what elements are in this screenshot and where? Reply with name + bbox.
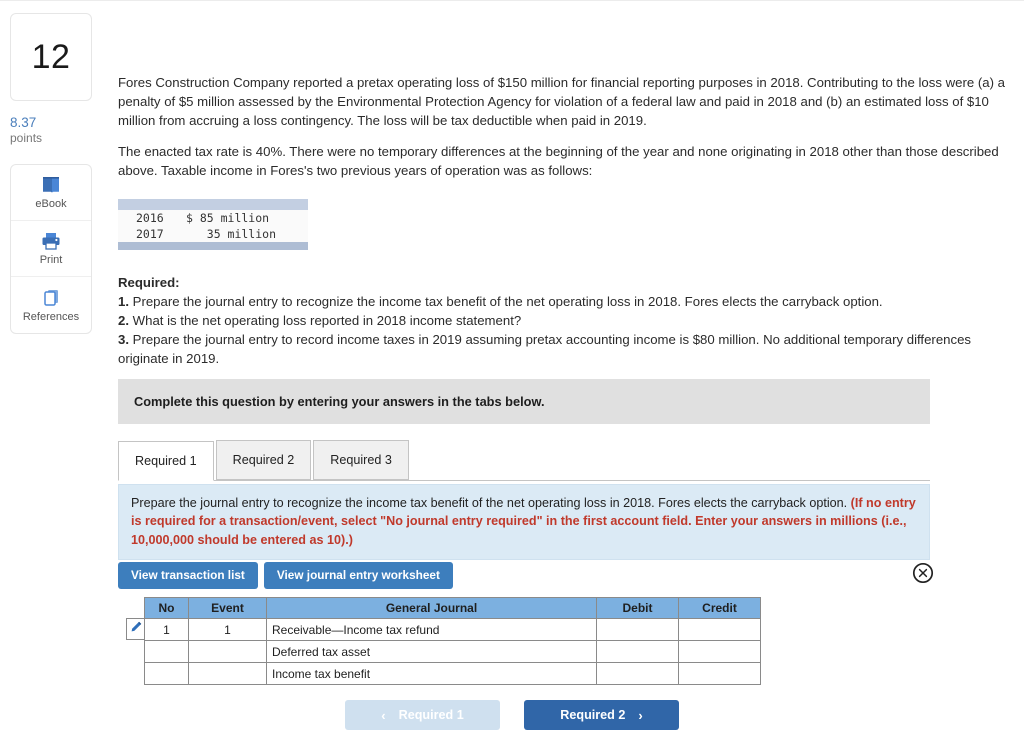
- book-icon: [40, 175, 62, 195]
- cell-no[interactable]: [144, 662, 189, 685]
- view-journal-entry-worksheet-button[interactable]: View journal entry worksheet: [263, 561, 453, 589]
- column-header-debit: Debit: [596, 597, 679, 619]
- year-cell: 2017: [136, 227, 164, 241]
- tab-required-2-label: Required 2: [232, 453, 295, 467]
- cell-account[interactable]: Income tax benefit: [266, 662, 597, 685]
- cell-credit[interactable]: [678, 640, 761, 663]
- table-top-band: [118, 199, 308, 210]
- previous-requirement-label: Required 1: [398, 708, 464, 722]
- taxable-income-table: 2016 $ 85 million 2017 35 million: [118, 199, 308, 250]
- cell-event[interactable]: [188, 662, 267, 685]
- tab-required-1[interactable]: Required 1: [118, 441, 214, 481]
- points-value: 8.37: [10, 115, 37, 130]
- problem-paragraph-2: The enacted tax rate is 40%. There were …: [118, 144, 999, 179]
- references-icon: [40, 288, 62, 308]
- printer-icon: [40, 231, 62, 251]
- required-item-1-text: Prepare the journal entry to recognize t…: [129, 294, 883, 309]
- column-header-credit: Credit: [678, 597, 761, 619]
- cell-account[interactable]: Receivable—Income tax refund: [266, 618, 597, 641]
- taxable-income-rows: 2016 $ 85 million 2017 35 million: [118, 210, 308, 242]
- references-label: References: [22, 310, 80, 323]
- requirement-tabs: Required 1 Required 2 Required 3: [118, 438, 930, 481]
- table-row: 1 1 Receivable—Income tax refund: [144, 618, 761, 641]
- edit-column: [126, 618, 144, 684]
- table-row: Income tax benefit: [144, 662, 761, 685]
- tab-required-3-label: Required 3: [330, 453, 392, 467]
- required-block: Required: 1. Prepare the journal entry t…: [118, 273, 1014, 368]
- required-item-3-num: 3.: [118, 332, 129, 347]
- required-item-1-num: 1.: [118, 294, 129, 309]
- points-label: points: [10, 130, 43, 145]
- problem-paragraph-1: Fores Construction Company reported a pr…: [118, 75, 1005, 129]
- journal-entry-table: No Event General Journal Debit Credit 1 …: [144, 597, 761, 685]
- column-header-general-journal: General Journal: [266, 597, 597, 619]
- table-row: 2017 35 million: [118, 226, 308, 242]
- journal-entry-table-wrap: No Event General Journal Debit Credit 1 …: [126, 597, 761, 685]
- complete-question-banner: Complete this question by entering your …: [118, 379, 930, 424]
- action-button-row: View transaction list View journal entry…: [118, 561, 930, 589]
- cell-debit[interactable]: [596, 618, 679, 641]
- question-number: 12: [31, 37, 71, 76]
- references-button[interactable]: References: [11, 277, 91, 333]
- next-requirement-label: Required 2: [560, 708, 626, 722]
- amount-cell: $ 85 million: [186, 211, 270, 225]
- required-item-1: 1. Prepare the journal entry to recogniz…: [118, 292, 1014, 311]
- ebook-label: eBook: [35, 198, 67, 211]
- pencil-icon: [130, 620, 142, 638]
- cell-no[interactable]: 1: [144, 618, 189, 641]
- ebook-button[interactable]: eBook: [11, 165, 91, 222]
- column-header-event: Event: [188, 597, 267, 619]
- instruction-panel: Prepare the journal entry to recognize t…: [118, 484, 930, 560]
- print-label: Print: [39, 254, 63, 267]
- tab-required-1-label: Required 1: [135, 454, 197, 468]
- complete-question-text: Complete this question by entering your …: [134, 394, 545, 409]
- cell-credit[interactable]: [678, 662, 761, 685]
- year-cell: 2016: [136, 211, 164, 225]
- next-requirement-button[interactable]: Required 2 ›: [524, 700, 679, 730]
- tab-required-3[interactable]: Required 3: [313, 440, 409, 480]
- required-item-3: 3. Prepare the journal entry to record i…: [118, 330, 1014, 368]
- cell-event[interactable]: 1: [188, 618, 267, 641]
- cell-debit[interactable]: [596, 662, 679, 685]
- chevron-left-icon: ‹: [381, 707, 386, 723]
- print-button[interactable]: Print: [11, 221, 91, 278]
- cell-no[interactable]: [144, 640, 189, 663]
- question-number-box: 12: [10, 13, 92, 101]
- question-page: 12 8.37 points eBook Print References Fo…: [0, 0, 1024, 743]
- required-item-2: 2. What is the net operating loss report…: [118, 311, 1014, 330]
- instruction-main-text: Prepare the journal entry to recognize t…: [131, 496, 851, 510]
- chevron-right-icon: ›: [638, 707, 643, 723]
- edit-row-button[interactable]: [126, 618, 144, 640]
- required-item-2-num: 2.: [118, 313, 129, 328]
- table-row: Deferred tax asset: [144, 640, 761, 663]
- view-transaction-list-button[interactable]: View transaction list: [118, 561, 258, 589]
- required-item-3-text: Prepare the journal entry to record inco…: [118, 332, 972, 366]
- required-heading: Required:: [118, 275, 180, 290]
- required-item-2-text: What is the net operating loss reported …: [129, 313, 522, 328]
- tab-required-2[interactable]: Required 2: [215, 440, 312, 480]
- tool-stack: eBook Print References: [10, 164, 92, 335]
- cell-debit[interactable]: [596, 640, 679, 663]
- cell-account[interactable]: Deferred tax asset: [266, 640, 597, 663]
- table-row: 2016 $ 85 million: [118, 210, 308, 226]
- bottom-navigation: ‹ Required 1 Required 2 ›: [0, 700, 1024, 730]
- column-header-no: No: [144, 597, 189, 619]
- cell-credit[interactable]: [678, 618, 761, 641]
- table-bottom-band: [118, 242, 308, 250]
- previous-requirement-button[interactable]: ‹ Required 1: [345, 700, 500, 730]
- amount-cell: 35 million: [186, 227, 277, 241]
- left-rail: 12 8.37 points eBook Print References: [10, 13, 92, 335]
- cell-event[interactable]: [188, 640, 267, 663]
- close-circle-icon[interactable]: [912, 562, 934, 584]
- journal-header-row: No Event General Journal Debit Credit: [144, 597, 761, 619]
